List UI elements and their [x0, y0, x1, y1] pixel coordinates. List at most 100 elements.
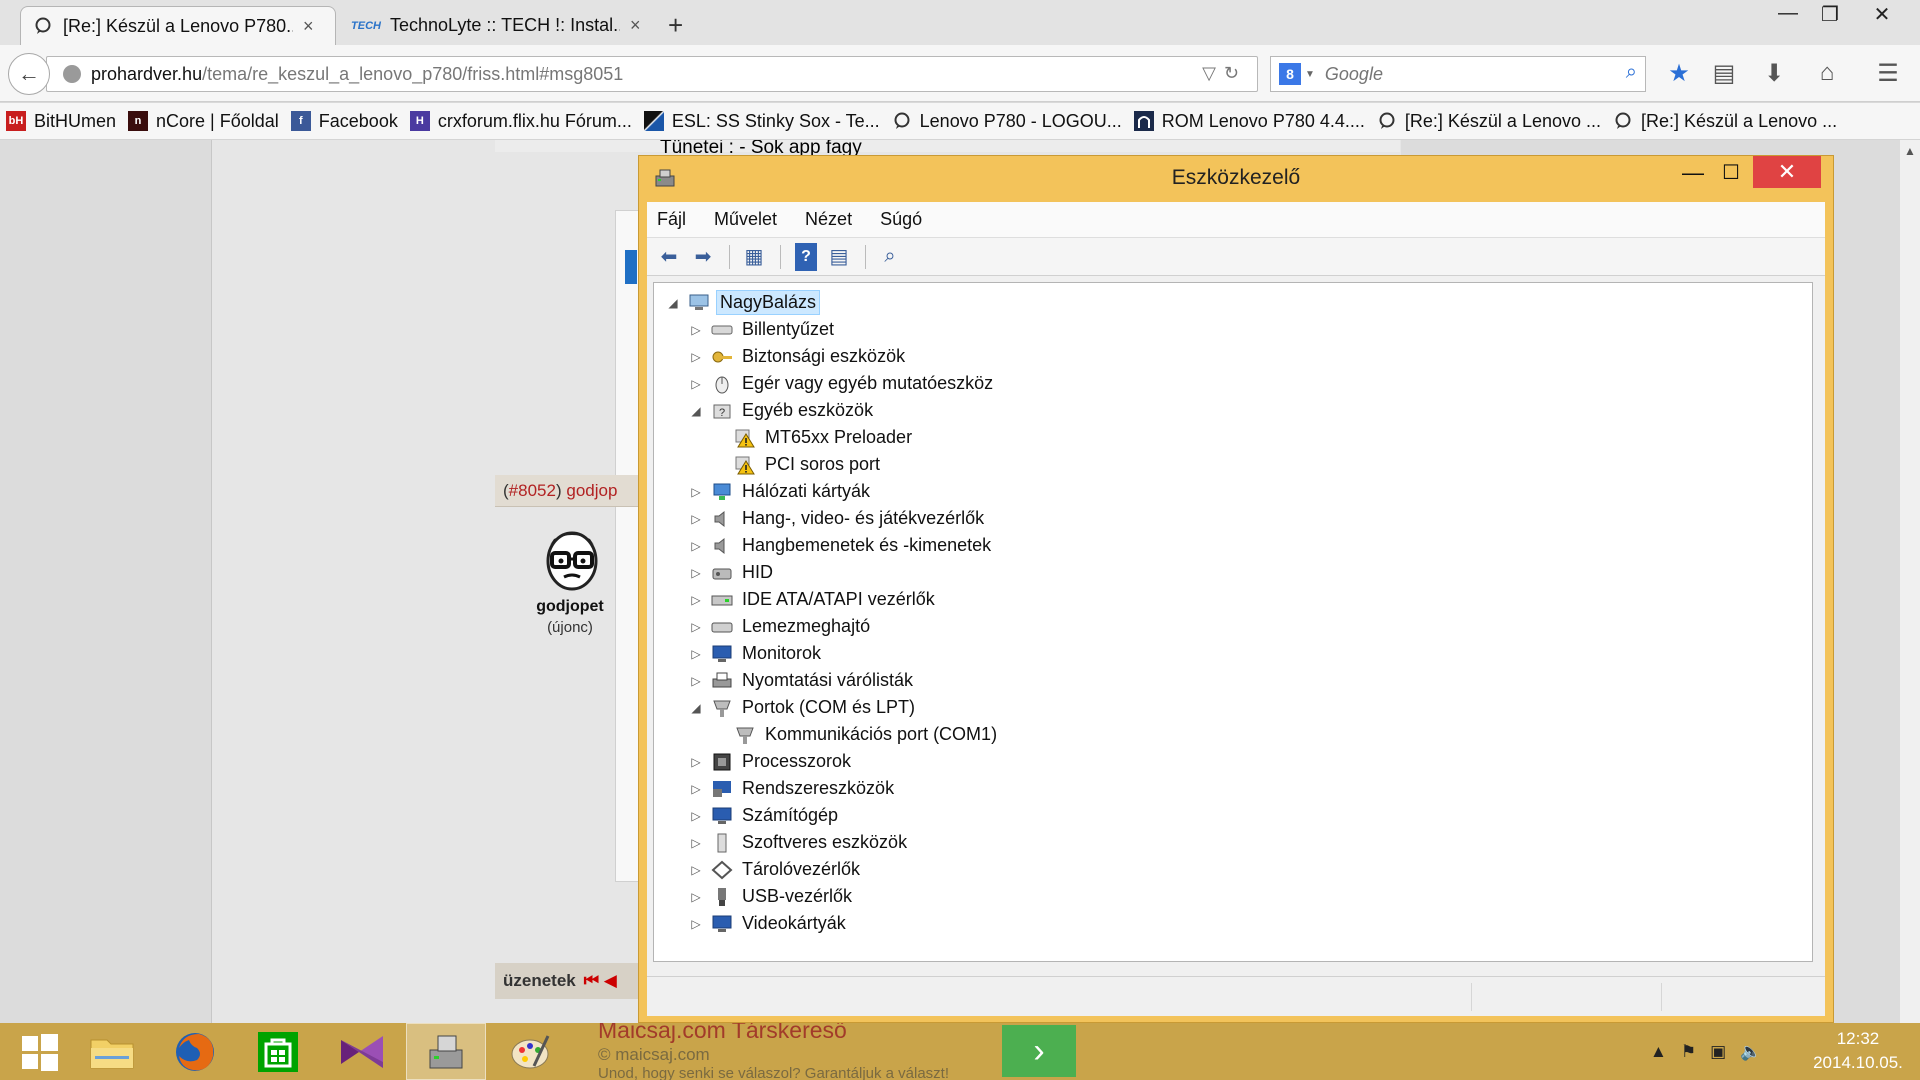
search-input[interactable]	[1324, 63, 1615, 85]
collapsed-arrow-icon[interactable]: ▷	[689, 890, 703, 904]
device-tree[interactable]: ◢ NagyBalázs ▷ Billentyűzet ▷ Biztonsági eszk…	[653, 282, 1813, 962]
expanded-arrow-icon[interactable]: ◢	[689, 404, 703, 418]
collapsed-arrow-icon[interactable]: ▷	[689, 323, 703, 337]
bookmark-item[interactable]: f Facebook	[290, 111, 398, 132]
search-box[interactable]: 8 ▼ ⌕	[1270, 56, 1646, 92]
collapsed-arrow-icon[interactable]: ▷	[689, 836, 703, 850]
back-button[interactable]: ←	[8, 53, 50, 95]
collapsed-arrow-icon[interactable]: ▷	[689, 782, 703, 796]
menu-icon[interactable]: ☰	[1872, 59, 1904, 88]
close-button[interactable]: ✕	[1860, 2, 1904, 30]
bookmark-item[interactable]: [Re:] Készül a Lenovo ...	[1377, 111, 1601, 132]
collapsed-arrow-icon[interactable]: ▷	[689, 377, 703, 391]
start-button[interactable]	[0, 1023, 80, 1080]
collapsed-arrow-icon[interactable]: ▷	[689, 809, 703, 823]
tree-item[interactable]: ▷ Számítógép	[654, 802, 1812, 829]
messages-label[interactable]: üzenetek	[503, 971, 576, 990]
tree-item[interactable]: ▷ Monitorok	[654, 640, 1812, 667]
tree-item[interactable]: PCI soros port	[654, 451, 1812, 478]
ad-url[interactable]: maicsaj.com	[615, 1045, 709, 1064]
minimize-button[interactable]: —	[1766, 2, 1810, 30]
collapsed-arrow-icon[interactable]: ▷	[689, 755, 703, 769]
ad-title[interactable]: Maicsaj.com Társkereső	[598, 1023, 847, 1044]
collapsed-arrow-icon[interactable]: ▷	[689, 593, 703, 607]
network-icon[interactable]: ▣	[1710, 1042, 1726, 1062]
clock[interactable]: 12:32 2014.10.05.	[1800, 1027, 1916, 1075]
collapsed-arrow-icon[interactable]: ▷	[689, 917, 703, 931]
collapsed-arrow-icon[interactable]: ▷	[689, 539, 703, 553]
post-author-name[interactable]: godjopet	[495, 598, 645, 616]
tree-item[interactable]: ▷ Hang-, video- és játékvezérlők	[654, 505, 1812, 532]
tree-item[interactable]: ▷ Biztonsági eszközök	[654, 343, 1812, 370]
collapsed-arrow-icon[interactable]: ▷	[689, 350, 703, 364]
tree-item[interactable]: ▷ USB-vezérlők	[654, 883, 1812, 910]
tab-close-icon[interactable]: ×	[303, 16, 314, 37]
collapsed-arrow-icon[interactable]: ▷	[689, 620, 703, 634]
reload-icon[interactable]: ↻	[1224, 63, 1247, 83]
tree-item[interactable]: ▷ Tárolóvezérlők	[654, 856, 1812, 883]
chevron-down-icon[interactable]: ▼	[1305, 69, 1315, 80]
volume-icon[interactable]: 🔈	[1740, 1042, 1761, 1062]
help-icon[interactable]: ?	[795, 242, 817, 271]
search-icon[interactable]: ⌕	[1626, 61, 1637, 84]
file-explorer-button[interactable]	[72, 1023, 152, 1080]
properties-icon[interactable]: ▤	[823, 243, 855, 271]
new-tab-button[interactable]: +	[668, 10, 683, 41]
flag-icon[interactable]: ⚑	[1681, 1042, 1696, 1062]
collapsed-arrow-icon[interactable]: ▷	[689, 566, 703, 580]
minimize-button[interactable]: —	[1675, 160, 1711, 190]
collapsed-arrow-icon[interactable]: ▷	[689, 647, 703, 661]
forward-arrow-icon[interactable]: ➡	[687, 243, 719, 271]
tree-item[interactable]: ◢? Egyéb eszközök	[654, 397, 1812, 424]
bookmark-item[interactable]: [Re:] Készül a Lenovo ...	[1613, 111, 1837, 132]
expanded-arrow-icon[interactable]: ◢	[689, 701, 703, 715]
bookmark-star-icon[interactable]: ★	[1663, 59, 1695, 88]
tree-item[interactable]: ▷ Nyomtatási várólisták	[654, 667, 1812, 694]
bookmark-item[interactable]: bH BitHUmen	[6, 111, 116, 132]
tree-item[interactable]: ▷ Hálózati kártyák	[654, 478, 1812, 505]
tree-item[interactable]: ▷ Rendszereszközök	[654, 775, 1812, 802]
tab-technolyte[interactable]: TECH TechnoLyte :: TECH !: Instal... ×	[340, 6, 656, 45]
avatar[interactable]	[540, 525, 604, 595]
firefox-button[interactable]	[155, 1023, 235, 1080]
tree-item[interactable]: ▷ Egér vagy egyéb mutatóeszköz	[654, 370, 1812, 397]
tree-item[interactable]: ▷ Billentyűzet	[654, 316, 1812, 343]
bookmark-item[interactable]: n nCore | Főoldal	[128, 111, 279, 132]
menu-view[interactable]: Nézet	[803, 205, 854, 234]
messages-nav-icon[interactable]: ⏮ ◀	[584, 971, 617, 990]
tree-item[interactable]: ▷ Videokártyák	[654, 910, 1812, 937]
tab-close-icon[interactable]: ×	[630, 15, 641, 36]
tree-item[interactable]: ▷ Szoftveres eszközök	[654, 829, 1812, 856]
clipboard-icon[interactable]: ▤	[1708, 59, 1740, 88]
ad-banner[interactable]: Maicsaj.com Társkereső © maicsaj.com Uno…	[580, 1023, 1300, 1080]
tree-item[interactable]: ▷ HID	[654, 559, 1812, 586]
collapsed-arrow-icon[interactable]: ▷	[689, 863, 703, 877]
maximize-button[interactable]: ☐	[1713, 160, 1749, 190]
collapsed-arrow-icon[interactable]: ▷	[689, 512, 703, 526]
tree-item[interactable]: ▷ Hangbemenetek és -kimenetek	[654, 532, 1812, 559]
tree-item[interactable]: ▷ Processzorok	[654, 748, 1812, 775]
tree-item[interactable]: ▷ IDE ATA/ATAPI vezérlők	[654, 586, 1812, 613]
dropdown-arrow-icon[interactable]: ▽	[1202, 63, 1224, 83]
url-bar[interactable]: prohardver.hu/tema/re_keszul_a_lenovo_p7…	[46, 56, 1258, 92]
close-button[interactable]: ✕	[1753, 156, 1821, 188]
post-author-link[interactable]: godjop	[566, 481, 617, 500]
visual-studio-button[interactable]	[322, 1023, 402, 1080]
tab-prohardver[interactable]: [Re:] Készül a Lenovo P780... ×	[20, 6, 336, 45]
expanded-arrow-icon[interactable]: ◢	[666, 296, 680, 310]
download-icon[interactable]: ⬇	[1758, 59, 1790, 88]
paint-button[interactable]	[490, 1023, 570, 1080]
tree-item[interactable]: ▷ Lemezmeghajtó	[654, 613, 1812, 640]
scroll-up-icon[interactable]: ▲	[1904, 144, 1916, 158]
collapsed-arrow-icon[interactable]: ▷	[689, 674, 703, 688]
device-manager-taskbar-button[interactable]	[406, 1023, 486, 1080]
store-button[interactable]	[238, 1023, 318, 1080]
maximize-button[interactable]: ❐	[1808, 2, 1852, 30]
menu-file[interactable]: Fájl	[655, 205, 688, 234]
tree-item[interactable]: MT65xx Preloader	[654, 424, 1812, 451]
tree-item[interactable]: ◢ Portok (COM és LPT)	[654, 694, 1812, 721]
bookmark-item[interactable]: ROM Lenovo P780 4.4....	[1133, 111, 1365, 132]
menu-action[interactable]: Művelet	[712, 205, 779, 234]
scan-hardware-icon[interactable]: ⌕	[874, 243, 906, 271]
console-tree-icon[interactable]: ▦	[738, 243, 770, 271]
